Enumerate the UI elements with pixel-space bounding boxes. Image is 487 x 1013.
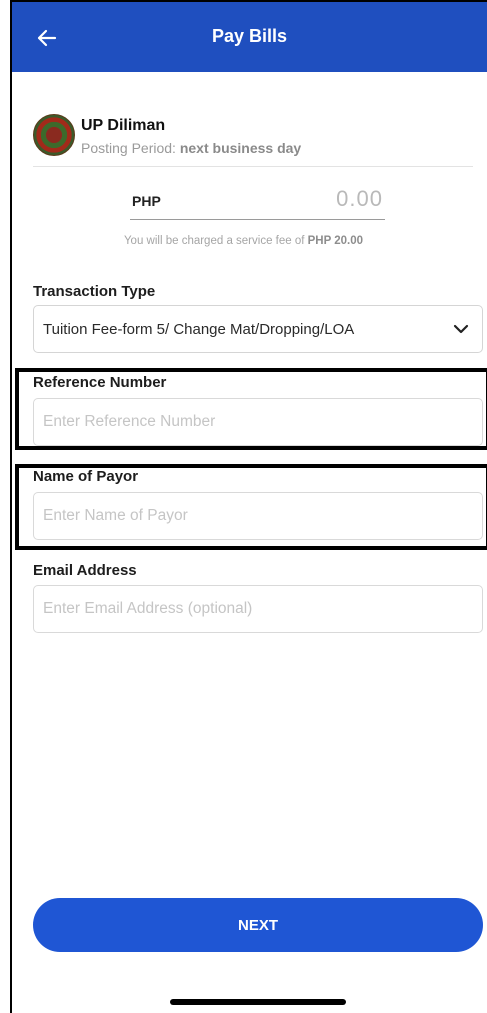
posting-period: Posting Period: next business day bbox=[81, 140, 301, 156]
merchant-info: UP Diliman Posting Period: next business… bbox=[33, 110, 473, 162]
transaction-type-select[interactable]: Tuition Fee-form 5/ Change Mat/Dropping/… bbox=[33, 305, 483, 353]
merchant-name: UP Diliman bbox=[81, 117, 166, 134]
currency-label: PHP bbox=[132, 193, 161, 209]
payor-name-input[interactable] bbox=[33, 492, 483, 540]
payor-name-label: Name of Payor bbox=[33, 468, 139, 485]
divider bbox=[33, 166, 473, 167]
reference-number-input[interactable] bbox=[33, 398, 483, 446]
page-title: Pay Bills bbox=[211, 26, 288, 46]
transaction-type-label: Transaction Type bbox=[33, 283, 156, 300]
chevron-down-icon bbox=[453, 324, 469, 334]
posting-label: Posting Period: bbox=[81, 140, 180, 156]
amount-underline bbox=[130, 219, 385, 220]
email-label: Email Address bbox=[33, 562, 137, 579]
home-indicator[interactable] bbox=[170, 999, 346, 1005]
posting-value: next business day bbox=[179, 140, 302, 156]
next-button[interactable]: NEXT bbox=[33, 898, 483, 952]
transaction-type-value: Tuition Fee-form 5/ Change Mat/Dropping/… bbox=[43, 321, 355, 338]
fee-prefix: You will be charged a service fee of bbox=[123, 235, 308, 247]
reference-number-label: Reference Number bbox=[33, 374, 167, 391]
app-header: Pay Bills bbox=[12, 2, 487, 72]
amount-field[interactable]: PHP 0.00 bbox=[130, 186, 385, 220]
amount-value[interactable]: 0.00 bbox=[336, 186, 383, 212]
merchant-logo bbox=[33, 114, 75, 156]
service-fee-note: You will be charged a service fee of PHP… bbox=[0, 235, 487, 247]
fee-amount: PHP 20.00 bbox=[307, 235, 364, 247]
email-input[interactable] bbox=[33, 585, 483, 633]
